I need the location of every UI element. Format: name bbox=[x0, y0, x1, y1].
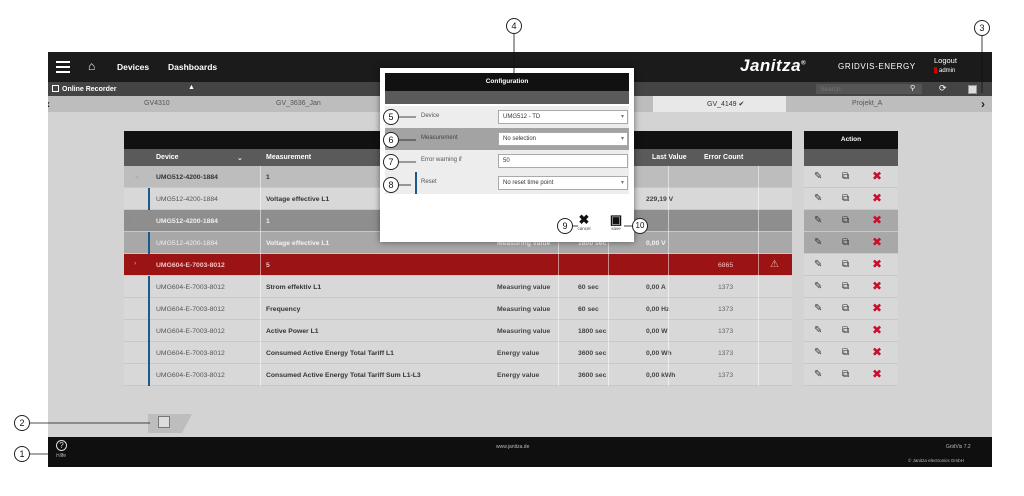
callout-2: 2 bbox=[14, 415, 30, 431]
callout-1: 1 bbox=[14, 446, 30, 462]
callout-4: 4 bbox=[506, 18, 522, 34]
callout-leader-lines bbox=[30, 34, 983, 455]
callout-5: 5 bbox=[383, 109, 399, 125]
callout-9: 9 bbox=[557, 218, 573, 234]
callout-6: 6 bbox=[383, 132, 399, 148]
callout-10: 10 bbox=[632, 218, 648, 234]
callout-7: 7 bbox=[383, 154, 399, 170]
callout-8: 8 bbox=[383, 177, 399, 193]
callout-3: 3 bbox=[974, 20, 990, 36]
